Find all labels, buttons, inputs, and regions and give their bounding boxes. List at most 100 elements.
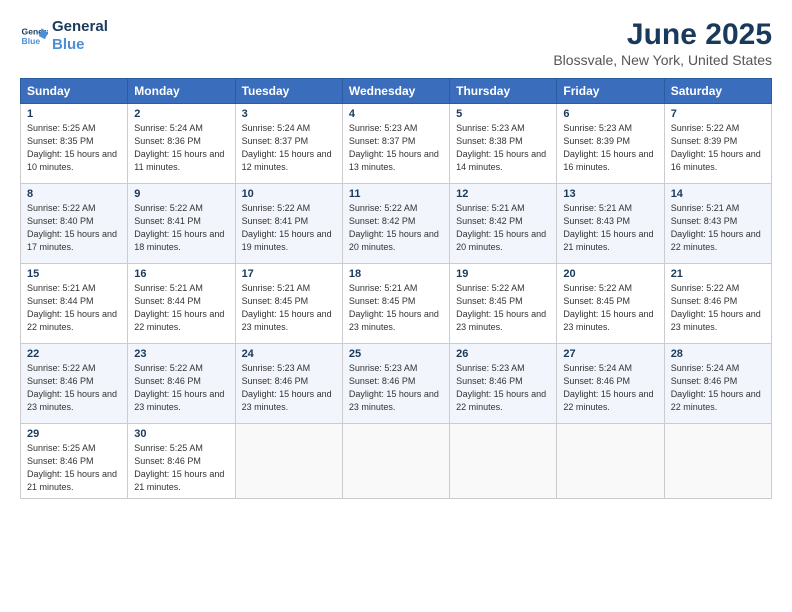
day-number: 9 bbox=[134, 188, 228, 200]
day-info: Sunrise: 5:22 AMSunset: 8:41 PMDaylight:… bbox=[134, 202, 228, 254]
day-number: 24 bbox=[242, 348, 336, 360]
calendar-cell-18: 18 Sunrise: 5:21 AMSunset: 8:45 PMDaylig… bbox=[342, 264, 449, 344]
calendar-cell-empty bbox=[450, 424, 557, 499]
day-info: Sunrise: 5:24 AMSunset: 8:46 PMDaylight:… bbox=[671, 362, 765, 414]
day-info: Sunrise: 5:21 AMSunset: 8:44 PMDaylight:… bbox=[134, 282, 228, 334]
day-number: 22 bbox=[27, 348, 121, 360]
day-info: Sunrise: 5:25 AMSunset: 8:35 PMDaylight:… bbox=[27, 122, 121, 174]
day-number: 4 bbox=[349, 108, 443, 120]
calendar-cell-empty bbox=[342, 424, 449, 499]
header: General Blue General Blue June 2025 Blos… bbox=[20, 18, 772, 68]
day-info: Sunrise: 5:23 AMSunset: 8:46 PMDaylight:… bbox=[242, 362, 336, 414]
day-number: 15 bbox=[27, 268, 121, 280]
calendar-cell-25: 25 Sunrise: 5:23 AMSunset: 8:46 PMDaylig… bbox=[342, 344, 449, 424]
calendar-cell-15: 15 Sunrise: 5:21 AMSunset: 8:44 PMDaylig… bbox=[21, 264, 128, 344]
day-info: Sunrise: 5:22 AMSunset: 8:39 PMDaylight:… bbox=[671, 122, 765, 174]
title-block: June 2025 Blossvale, New York, United St… bbox=[553, 18, 772, 68]
day-number: 28 bbox=[671, 348, 765, 360]
day-info: Sunrise: 5:21 AMSunset: 8:44 PMDaylight:… bbox=[27, 282, 121, 334]
day-info: Sunrise: 5:22 AMSunset: 8:46 PMDaylight:… bbox=[134, 362, 228, 414]
col-header-wednesday: Wednesday bbox=[342, 79, 449, 104]
page: General Blue General Blue June 2025 Blos… bbox=[0, 0, 792, 612]
day-info: Sunrise: 5:21 AMSunset: 8:42 PMDaylight:… bbox=[456, 202, 550, 254]
calendar-cell-14: 14 Sunrise: 5:21 AMSunset: 8:43 PMDaylig… bbox=[664, 184, 771, 264]
calendar-cell-27: 27 Sunrise: 5:24 AMSunset: 8:46 PMDaylig… bbox=[557, 344, 664, 424]
day-info: Sunrise: 5:22 AMSunset: 8:46 PMDaylight:… bbox=[671, 282, 765, 334]
day-info: Sunrise: 5:22 AMSunset: 8:42 PMDaylight:… bbox=[349, 202, 443, 254]
calendar-cell-12: 12 Sunrise: 5:21 AMSunset: 8:42 PMDaylig… bbox=[450, 184, 557, 264]
day-number: 5 bbox=[456, 108, 550, 120]
calendar-cell-5: 5 Sunrise: 5:23 AMSunset: 8:38 PMDayligh… bbox=[450, 104, 557, 184]
logo-icon: General Blue bbox=[20, 22, 48, 50]
calendar-cell-4: 4 Sunrise: 5:23 AMSunset: 8:37 PMDayligh… bbox=[342, 104, 449, 184]
day-number: 17 bbox=[242, 268, 336, 280]
day-number: 6 bbox=[563, 108, 657, 120]
calendar-cell-empty bbox=[557, 424, 664, 499]
col-header-monday: Monday bbox=[128, 79, 235, 104]
calendar-cell-29: 29 Sunrise: 5:25 AMSunset: 8:46 PMDaylig… bbox=[21, 424, 128, 499]
calendar-cell-7: 7 Sunrise: 5:22 AMSunset: 8:39 PMDayligh… bbox=[664, 104, 771, 184]
day-number: 29 bbox=[27, 428, 121, 440]
day-info: Sunrise: 5:21 AMSunset: 8:45 PMDaylight:… bbox=[242, 282, 336, 334]
calendar-cell-3: 3 Sunrise: 5:24 AMSunset: 8:37 PMDayligh… bbox=[235, 104, 342, 184]
day-number: 19 bbox=[456, 268, 550, 280]
day-number: 11 bbox=[349, 188, 443, 200]
day-info: Sunrise: 5:21 AMSunset: 8:43 PMDaylight:… bbox=[563, 202, 657, 254]
calendar-cell-8: 8 Sunrise: 5:22 AMSunset: 8:40 PMDayligh… bbox=[21, 184, 128, 264]
day-info: Sunrise: 5:24 AMSunset: 8:46 PMDaylight:… bbox=[563, 362, 657, 414]
main-title: June 2025 bbox=[553, 18, 772, 52]
day-info: Sunrise: 5:23 AMSunset: 8:38 PMDaylight:… bbox=[456, 122, 550, 174]
calendar-table: SundayMondayTuesdayWednesdayThursdayFrid… bbox=[20, 78, 772, 499]
subtitle: Blossvale, New York, United States bbox=[553, 52, 772, 68]
day-number: 2 bbox=[134, 108, 228, 120]
calendar-cell-21: 21 Sunrise: 5:22 AMSunset: 8:46 PMDaylig… bbox=[664, 264, 771, 344]
logo-line2: Blue bbox=[52, 36, 108, 54]
day-info: Sunrise: 5:25 AMSunset: 8:46 PMDaylight:… bbox=[27, 442, 121, 494]
day-info: Sunrise: 5:22 AMSunset: 8:41 PMDaylight:… bbox=[242, 202, 336, 254]
calendar-week-5: 29 Sunrise: 5:25 AMSunset: 8:46 PMDaylig… bbox=[21, 424, 772, 499]
calendar-cell-empty bbox=[235, 424, 342, 499]
calendar-week-1: 1 Sunrise: 5:25 AMSunset: 8:35 PMDayligh… bbox=[21, 104, 772, 184]
calendar-cell-28: 28 Sunrise: 5:24 AMSunset: 8:46 PMDaylig… bbox=[664, 344, 771, 424]
day-number: 14 bbox=[671, 188, 765, 200]
day-info: Sunrise: 5:23 AMSunset: 8:39 PMDaylight:… bbox=[563, 122, 657, 174]
day-info: Sunrise: 5:23 AMSunset: 8:46 PMDaylight:… bbox=[349, 362, 443, 414]
day-number: 8 bbox=[27, 188, 121, 200]
day-number: 25 bbox=[349, 348, 443, 360]
day-info: Sunrise: 5:25 AMSunset: 8:46 PMDaylight:… bbox=[134, 442, 228, 494]
col-header-saturday: Saturday bbox=[664, 79, 771, 104]
calendar-cell-empty bbox=[664, 424, 771, 499]
calendar-cell-10: 10 Sunrise: 5:22 AMSunset: 8:41 PMDaylig… bbox=[235, 184, 342, 264]
day-info: Sunrise: 5:24 AMSunset: 8:36 PMDaylight:… bbox=[134, 122, 228, 174]
day-number: 20 bbox=[563, 268, 657, 280]
calendar-week-3: 15 Sunrise: 5:21 AMSunset: 8:44 PMDaylig… bbox=[21, 264, 772, 344]
day-number: 23 bbox=[134, 348, 228, 360]
day-number: 12 bbox=[456, 188, 550, 200]
day-number: 21 bbox=[671, 268, 765, 280]
calendar-cell-17: 17 Sunrise: 5:21 AMSunset: 8:45 PMDaylig… bbox=[235, 264, 342, 344]
day-info: Sunrise: 5:23 AMSunset: 8:46 PMDaylight:… bbox=[456, 362, 550, 414]
calendar-week-4: 22 Sunrise: 5:22 AMSunset: 8:46 PMDaylig… bbox=[21, 344, 772, 424]
day-number: 3 bbox=[242, 108, 336, 120]
day-number: 1 bbox=[27, 108, 121, 120]
day-info: Sunrise: 5:21 AMSunset: 8:43 PMDaylight:… bbox=[671, 202, 765, 254]
col-header-tuesday: Tuesday bbox=[235, 79, 342, 104]
svg-text:Blue: Blue bbox=[22, 36, 41, 46]
day-info: Sunrise: 5:23 AMSunset: 8:37 PMDaylight:… bbox=[349, 122, 443, 174]
calendar-cell-19: 19 Sunrise: 5:22 AMSunset: 8:45 PMDaylig… bbox=[450, 264, 557, 344]
calendar-cell-11: 11 Sunrise: 5:22 AMSunset: 8:42 PMDaylig… bbox=[342, 184, 449, 264]
calendar-cell-2: 2 Sunrise: 5:24 AMSunset: 8:36 PMDayligh… bbox=[128, 104, 235, 184]
logo-line1: General bbox=[52, 18, 108, 36]
day-info: Sunrise: 5:22 AMSunset: 8:46 PMDaylight:… bbox=[27, 362, 121, 414]
day-info: Sunrise: 5:24 AMSunset: 8:37 PMDaylight:… bbox=[242, 122, 336, 174]
day-number: 18 bbox=[349, 268, 443, 280]
calendar-cell-20: 20 Sunrise: 5:22 AMSunset: 8:45 PMDaylig… bbox=[557, 264, 664, 344]
calendar-cell-9: 9 Sunrise: 5:22 AMSunset: 8:41 PMDayligh… bbox=[128, 184, 235, 264]
day-info: Sunrise: 5:22 AMSunset: 8:45 PMDaylight:… bbox=[456, 282, 550, 334]
day-number: 30 bbox=[134, 428, 228, 440]
day-info: Sunrise: 5:22 AMSunset: 8:45 PMDaylight:… bbox=[563, 282, 657, 334]
day-info: Sunrise: 5:22 AMSunset: 8:40 PMDaylight:… bbox=[27, 202, 121, 254]
calendar-cell-24: 24 Sunrise: 5:23 AMSunset: 8:46 PMDaylig… bbox=[235, 344, 342, 424]
calendar-cell-23: 23 Sunrise: 5:22 AMSunset: 8:46 PMDaylig… bbox=[128, 344, 235, 424]
calendar-cell-13: 13 Sunrise: 5:21 AMSunset: 8:43 PMDaylig… bbox=[557, 184, 664, 264]
